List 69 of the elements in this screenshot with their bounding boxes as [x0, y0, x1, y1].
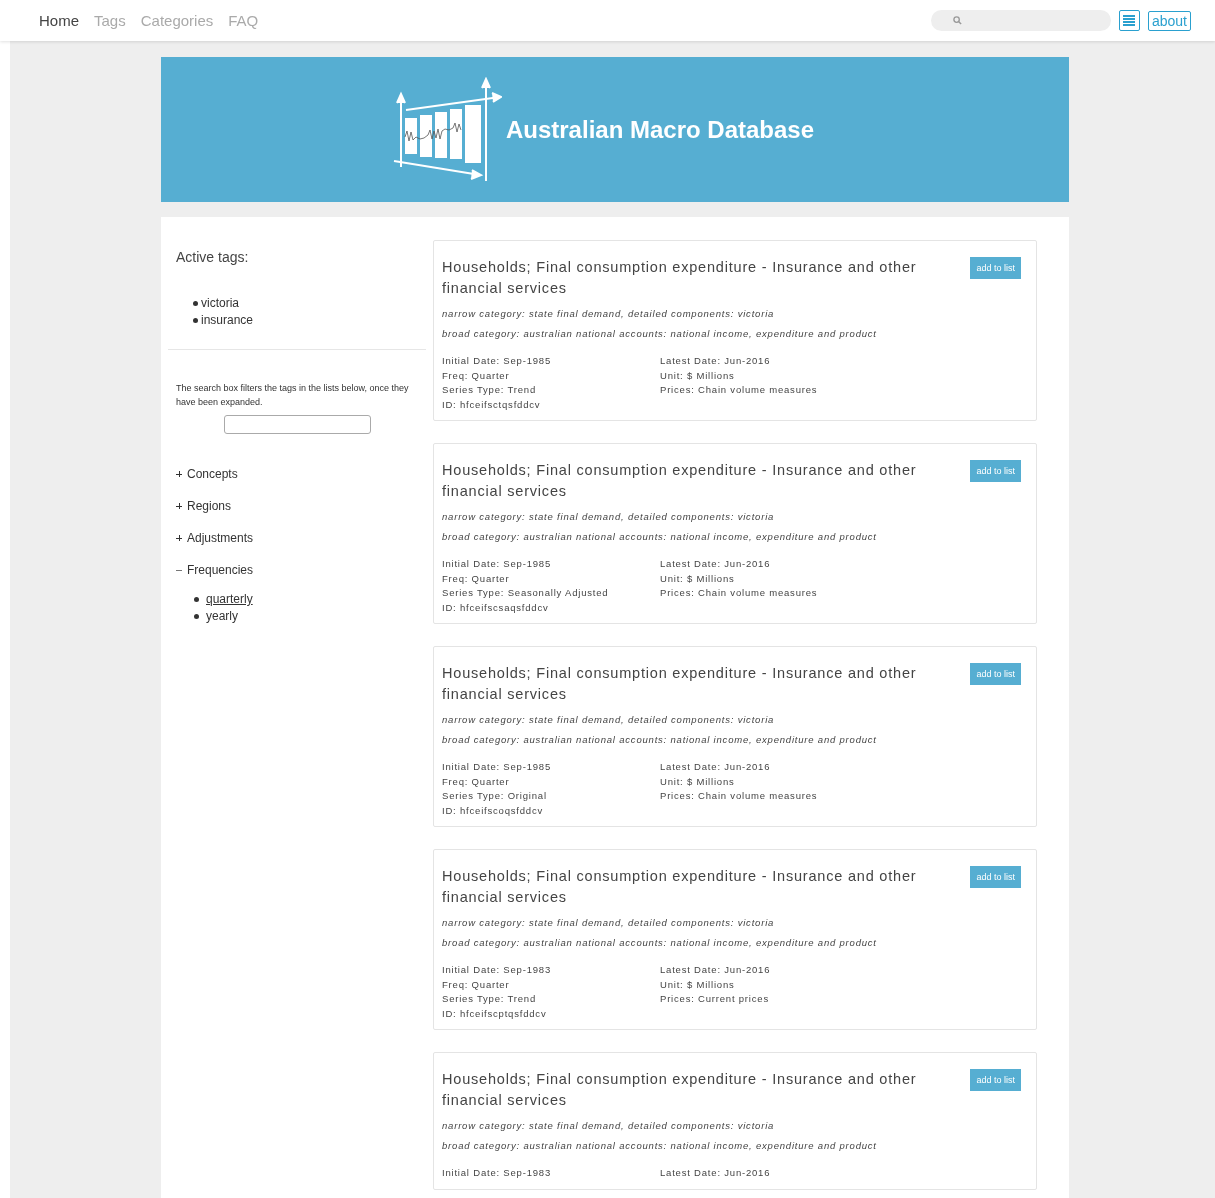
detail-text: Latest Date: Jun-2016 — [660, 963, 772, 977]
search-field[interactable] — [930, 10, 1111, 31]
detail-text: Initial Date: Sep-1983 — [442, 963, 552, 977]
tree-toggle[interactable]: Frequencies — [176, 561, 426, 579]
category-text: narrow category: state final demand, detailed components: victoria — [442, 308, 776, 319]
nav-link[interactable]: Home — [39, 12, 79, 29]
category-text: narrow category: state final demand, detailed components: victoria — [442, 1120, 776, 1131]
detail-text: ID: hfceifscsaqsfddcv — [442, 600, 550, 615]
tag-link[interactable]: yearly — [206, 608, 238, 625]
plus-icon — [176, 471, 182, 477]
bullet-icon — [194, 597, 199, 602]
tag-link[interactable]: insurance — [201, 312, 254, 329]
detail-text: Latest Date: Jun-2016 — [660, 557, 772, 571]
detail-text: Latest Date: Jun-2016 — [660, 354, 772, 368]
category-text: narrow category: state final demand, detailed components: victoria — [442, 511, 776, 522]
detail-text: ID: hfceifscoqsfddcv — [442, 803, 544, 818]
detail-text: Unit: $ Millions — [660, 571, 736, 586]
detail-text: Prices: Current prices — [660, 992, 770, 1006]
detail-text: Prices: Chain volume measures — [660, 383, 819, 397]
category-text: narrow category: state final demand, detailed components: victoria — [442, 714, 776, 725]
category-text: narrow category: state final demand, detailed components: victoria — [442, 917, 776, 928]
tag-link[interactable]: victoria — [201, 295, 239, 312]
bullet-icon — [193, 318, 198, 323]
detail-text: Series Type: Trend — [442, 992, 537, 1006]
detail-text: Series Type: Trend — [442, 383, 537, 397]
detail-text: Latest Date: Jun-2016 — [660, 760, 772, 774]
series-title[interactable]: Households; Final consumption expenditure - Insurance and other financial services — [442, 1069, 942, 1111]
detail-text: Freq: Quarter — [442, 571, 511, 586]
plus-icon — [176, 503, 182, 509]
detail-text: Series Type: Original — [442, 789, 548, 803]
category-text: broad category: australian national accounts: national income, expenditure and product — [442, 937, 878, 948]
detail-text: Latest Date: Jun-2016 — [660, 1166, 772, 1180]
detail-text: Initial Date: Sep-1983 — [442, 1166, 552, 1180]
site-title: Australian Macro Database — [505, 115, 815, 144]
tree-toggle[interactable]: Regions — [176, 497, 426, 515]
detail-text: Freq: Quarter — [442, 774, 511, 789]
detail-text: Freq: Quarter — [442, 977, 511, 992]
series-title[interactable]: Households; Final consumption expenditure - Insurance and other financial services — [442, 460, 942, 502]
detail-text: Unit: $ Millions — [660, 977, 736, 992]
series-title[interactable]: Households; Final consumption expenditure - Insurance and other financial services — [442, 866, 942, 908]
series-title[interactable]: Households; Final consumption expenditure - Insurance and other financial services — [442, 663, 942, 705]
series-title[interactable]: Households; Final consumption expenditure - Insurance and other financial services — [442, 257, 942, 299]
bullet-icon — [193, 301, 198, 306]
category-text: broad category: australian national accounts: national income, expenditure and product — [442, 328, 878, 339]
detail-text: ID: hfceifsctqsfddcv — [442, 397, 542, 412]
search-icon — [952, 16, 962, 25]
plus-icon — [176, 535, 182, 541]
detail-text: Series Type: Seasonally Adjusted — [442, 586, 610, 600]
menu-button[interactable] — [1118, 10, 1140, 31]
section-heading: Active tags: — [176, 249, 250, 265]
detail-text: Initial Date: Sep-1985 — [442, 760, 552, 774]
tag-filter-field[interactable] — [223, 415, 371, 434]
detail-text: ID: hfceifscptqsfddcv — [442, 1006, 548, 1021]
menu-icon — [1123, 15, 1136, 26]
category-text: broad category: australian national accounts: national income, expenditure and product — [442, 734, 878, 745]
tree-toggle[interactable]: Concepts — [176, 465, 426, 483]
detail-text: Prices: Chain volume measures — [660, 789, 819, 803]
category-text: broad category: australian national accounts: national income, expenditure and product — [442, 1140, 878, 1151]
help-text: The search box filters the tags in the lists below, once they have been expanded. — [176, 382, 410, 409]
tree-toggle[interactable]: Adjustments — [176, 529, 426, 547]
detail-text: Freq: Quarter — [442, 368, 511, 383]
detail-text: Initial Date: Sep-1985 — [442, 557, 552, 571]
tag-link[interactable]: quarterly — [206, 591, 253, 608]
detail-text: Unit: $ Millions — [660, 774, 736, 789]
detail-text: Initial Date: Sep-1985 — [442, 354, 552, 368]
bullet-icon — [194, 614, 199, 619]
category-text: broad category: australian national accounts: national income, expenditure and product — [442, 531, 878, 542]
detail-text: Unit: $ Millions — [660, 368, 736, 383]
detail-text: Prices: Chain volume measures — [660, 586, 819, 600]
